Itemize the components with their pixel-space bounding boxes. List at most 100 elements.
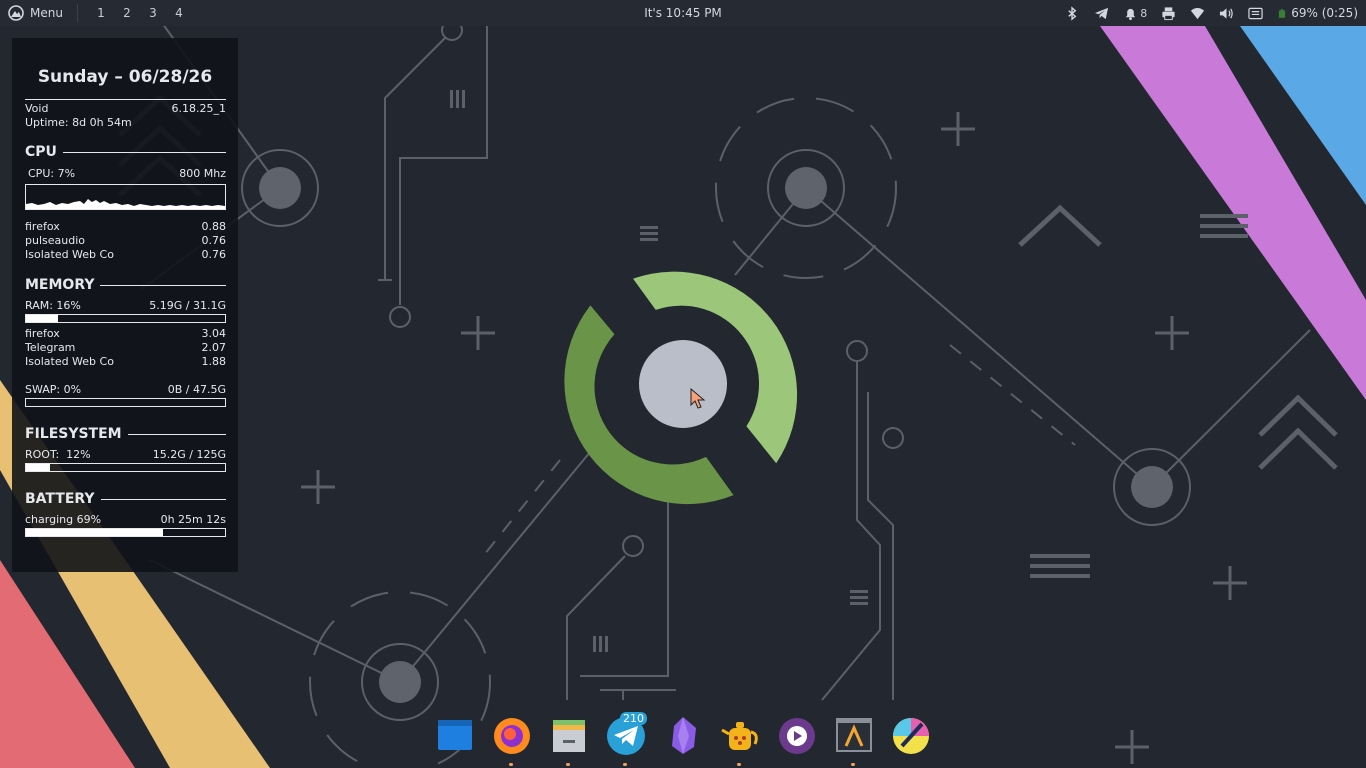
dock-item-obsidian[interactable] xyxy=(654,710,711,760)
workspace-4[interactable]: 4 xyxy=(166,0,192,26)
system-monitor-widget: Sunday – 06/28/26 Void 6.18.25_1 Uptime:… xyxy=(12,38,238,572)
file-manager-icon xyxy=(552,720,585,752)
wifi-icon xyxy=(1191,7,1205,19)
battery-bar xyxy=(25,528,226,537)
widget-date: Sunday – 06/28/26 xyxy=(37,67,213,87)
cpu-frequency: 800 Mhz xyxy=(179,167,226,180)
kernel-version: 6.18.25_1 xyxy=(171,102,226,115)
cpu-usage: CPU: 7% xyxy=(28,167,76,180)
ram-row: RAM: 16% 5.19G / 31.1G xyxy=(25,299,226,312)
telegram-unread-badge: 210 xyxy=(620,712,647,725)
process-value: 0.88 xyxy=(201,220,227,233)
running-indicator xyxy=(851,763,855,766)
uptime-row: Uptime: 8d 0h 54m xyxy=(25,116,226,129)
wifi-tray[interactable] xyxy=(1183,0,1212,26)
root-row: ROOT: 12% 15.2G / 125G xyxy=(25,448,226,461)
process-value: 3.04 xyxy=(201,327,227,340)
workspace-switcher: 1 2 3 4 xyxy=(88,0,192,26)
process-name: pulseaudio xyxy=(25,234,85,247)
dock-item-media-player[interactable] xyxy=(768,710,825,760)
cpu-usage-row: CPU: 7% 800 Mhz xyxy=(28,167,226,180)
root-bar xyxy=(25,463,226,472)
battery-row: charging 69% 0h 25m 12s xyxy=(25,513,226,526)
notifications-tray[interactable]: 8 xyxy=(1116,0,1154,26)
color-picker-icon xyxy=(892,718,929,754)
uptime: Uptime: 8d 0h 54m xyxy=(25,116,132,129)
menu-button[interactable]: Menu xyxy=(0,0,77,26)
dock-item-file-manager[interactable] xyxy=(540,710,597,766)
dock-item-text-editor[interactable] xyxy=(825,710,882,766)
root-usage: ROOT: 12% xyxy=(25,448,91,461)
cpu-graph xyxy=(25,184,226,210)
memory-process-row: Isolated Web Co 1.88 xyxy=(25,355,226,368)
dock-item-files[interactable] xyxy=(426,710,483,760)
process-value: 2.07 xyxy=(201,341,227,354)
running-indicator xyxy=(623,763,627,766)
battery-icon xyxy=(1279,8,1286,18)
system-tray: 8 69% (0:25) xyxy=(1058,0,1366,26)
process-value: 0.76 xyxy=(201,248,227,261)
filesystem-title: FILESYSTEM xyxy=(25,426,122,442)
dock-item-teapot[interactable] xyxy=(711,710,768,766)
teapot-app-icon xyxy=(720,722,758,750)
telegram-icon xyxy=(1095,7,1109,19)
clock[interactable]: It's 10:45 PM xyxy=(644,6,722,20)
bluetooth-tray[interactable] xyxy=(1058,0,1087,26)
workspace-1[interactable]: 1 xyxy=(88,0,114,26)
ram-bar-fill xyxy=(26,315,58,322)
memory-section-header: MEMORY xyxy=(25,277,226,293)
filesystem-section-header: FILESYSTEM xyxy=(25,426,226,442)
dock-item-color-picker[interactable] xyxy=(882,710,939,760)
battery-tray[interactable]: 69% (0:25) xyxy=(1270,0,1366,26)
volume-tray[interactable] xyxy=(1212,0,1241,26)
bluetooth-icon xyxy=(1068,5,1077,21)
running-indicator xyxy=(566,763,570,766)
center-logo xyxy=(564,271,798,505)
running-indicator xyxy=(737,763,741,766)
telegram-tray[interactable] xyxy=(1087,0,1116,26)
swap-bar xyxy=(25,398,226,407)
mouse-cursor xyxy=(690,388,706,409)
memory-process-row: firefox 3.04 xyxy=(25,327,226,340)
notifications-icon xyxy=(1126,8,1136,20)
top-panel: Menu 1 2 3 4 It's 10:45 PM 8 69% (0:25) xyxy=(0,0,1366,26)
cpu-section-header: CPU xyxy=(25,144,226,160)
swap-usage: SWAP: 0% xyxy=(25,383,82,396)
os-row: Void 6.18.25_1 xyxy=(25,102,226,115)
battery-charging-status: charging 69% xyxy=(25,513,102,526)
swap-value: 0B / 47.5G xyxy=(167,383,226,396)
process-name: firefox xyxy=(25,327,60,340)
distro-logo-icon xyxy=(8,5,24,21)
process-value: 1.88 xyxy=(201,355,227,368)
ram-value: 5.19G / 31.1G xyxy=(149,299,226,312)
text-editor-icon xyxy=(835,718,872,752)
workspace-2[interactable]: 2 xyxy=(114,0,140,26)
notification-count: 8 xyxy=(1140,6,1148,20)
dock: 210 xyxy=(426,710,940,768)
root-value: 15.2G / 125G xyxy=(152,448,226,461)
printer-tray[interactable] xyxy=(1154,0,1183,26)
battery-status: 69% (0:25) xyxy=(1291,6,1358,20)
battery-title: BATTERY xyxy=(25,491,95,507)
battery-bar-fill xyxy=(26,529,164,536)
workspace-3[interactable]: 3 xyxy=(140,0,166,26)
menu-label: Menu xyxy=(30,6,63,20)
cpu-process-row: firefox 0.88 xyxy=(25,220,226,233)
dock-item-telegram[interactable]: 210 xyxy=(597,710,654,766)
process-name: Isolated Web Co xyxy=(25,355,114,368)
keyboard-tray[interactable] xyxy=(1241,0,1270,26)
obsidian-icon xyxy=(671,717,696,754)
os-name: Void xyxy=(25,102,49,115)
cpu-title: CPU xyxy=(25,144,57,160)
firefox-icon xyxy=(493,718,530,754)
cpu-process-row: pulseaudio 0.76 xyxy=(25,234,226,247)
memory-process-row: Telegram 2.07 xyxy=(25,341,226,354)
battery-section-header: BATTERY xyxy=(25,491,226,507)
dock-item-firefox[interactable] xyxy=(483,710,540,766)
battery-time: 0h 25m 12s xyxy=(160,513,226,526)
process-name: Telegram xyxy=(25,341,76,354)
keyboard-icon xyxy=(1248,7,1263,19)
root-bar-fill xyxy=(26,464,50,471)
files-app-icon xyxy=(437,720,472,750)
ram-usage: RAM: 16% xyxy=(25,299,81,312)
